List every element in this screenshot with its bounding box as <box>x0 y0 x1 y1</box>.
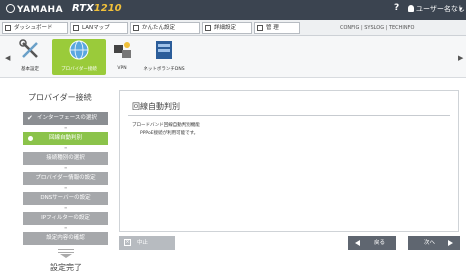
step-separator: ≡ <box>64 225 68 230</box>
step-finish: 設定完了 <box>50 263 82 272</box>
dashboard-icon <box>5 25 11 31</box>
step-label: 設定内容の確認 <box>46 235 85 241</box>
tab-management[interactable]: 管 理 <box>254 22 300 34</box>
tool-label: ネットボランチDNS <box>143 67 185 72</box>
top-bar: YAMAHA RTX1210 ? ユーザー名なし ▾ <box>0 0 466 20</box>
back-arrow-icon <box>355 240 360 246</box>
step-confirm: 設定内容の確認 <box>23 232 108 245</box>
step-label: 接続種別の選択 <box>46 155 85 161</box>
tool-label: VPN <box>117 66 127 71</box>
tool-provider-connection[interactable]: プロバイダー接続 <box>52 39 106 75</box>
scroll-left-arrow-icon[interactable]: ◀ <box>5 54 10 62</box>
step-label: IPフィルターの設定 <box>41 215 90 221</box>
model-prefix: RTX <box>72 3 94 14</box>
tab-label: 管 理 <box>266 25 279 31</box>
step-interface-select: ✔ インターフェースの選択 <box>23 112 108 125</box>
title-divider <box>128 115 450 116</box>
tab-label: LANマップ <box>82 25 110 31</box>
user-icon <box>408 5 414 12</box>
current-step-dot-icon <box>28 136 33 141</box>
step-ip-filter: IPフィルターの設定 <box>23 212 108 225</box>
model-name: RTX1210 <box>72 3 122 14</box>
user-name: ユーザー名なし <box>416 5 465 13</box>
step-separator: ≡ <box>64 125 68 130</box>
main-nav: ダッシュボード LANマップ かんたん設定 詳細設定 管 理 CONFIG | … <box>0 20 466 36</box>
gear-icon <box>205 25 211 31</box>
step-separator: ≡ <box>64 165 68 170</box>
user-menu[interactable]: ユーザー名なし <box>408 4 465 14</box>
help-button[interactable]: ? <box>394 3 399 13</box>
tool-label: プロバイダー接続 <box>61 67 97 72</box>
dns-icon <box>156 41 172 59</box>
tab-label: ダッシュボード <box>14 25 53 31</box>
next-button[interactable]: 次へ <box>408 236 460 250</box>
step-label: 回線自動判別 <box>48 135 82 141</box>
step-separator: ≡ <box>64 185 68 190</box>
tool-vpn[interactable]: VPN <box>110 39 134 71</box>
top-links[interactable]: CONFIG | SYSLOG | TECHINFO <box>340 25 414 31</box>
yamaha-emblem-icon <box>6 4 15 13</box>
tab-lan-map[interactable]: LANマップ <box>70 22 128 34</box>
step-label: DNSサーバーの設定 <box>40 195 91 201</box>
cancel-button[interactable]: × 中止 <box>119 236 175 250</box>
setup-toolbar: ◀ 基本設定 プロバイダー接続 VPN ネットボランチDNS ▶ <box>0 36 466 78</box>
step-auto-detect: 回線自動判別 <box>23 132 108 145</box>
page-title: 回線自動判別 <box>132 102 180 111</box>
cancel-label: 中止 <box>137 240 149 246</box>
tool-netvolante-dns[interactable]: ネットボランチDNS <box>136 39 192 72</box>
tab-advanced-settings[interactable]: 詳細設定 <box>202 22 252 34</box>
detection-result: PPPoE接続が利用可能です。 <box>140 131 199 136</box>
wizard-title: プロバイダー接続 <box>28 93 92 102</box>
chevron-down-icon[interactable]: ▾ <box>459 5 463 13</box>
wizard-steps: プロバイダー接続 ✔ インターフェースの選択 ≡ 回線自動判別 ≡ 接続種別の選択… <box>0 78 112 272</box>
person-icon <box>133 25 139 31</box>
step-separator: ≡ <box>64 145 68 150</box>
lan-map-icon <box>73 25 79 31</box>
step-label: プロバイダー情報の設定 <box>35 175 96 181</box>
close-icon: × <box>124 239 131 246</box>
back-label: 戻る <box>374 240 386 246</box>
vpn-icon <box>114 42 131 58</box>
step-dns-server: DNSサーバーの設定 <box>23 192 108 205</box>
check-icon: ✔ <box>27 114 33 122</box>
step-connection-type: 接続種別の選択 <box>23 152 108 165</box>
next-label: 次へ <box>424 240 436 246</box>
back-button[interactable]: 戻る <box>348 236 396 250</box>
down-arrow-icon <box>58 249 74 253</box>
detection-subtitle: ブロードバンド回線自動判別機能 <box>132 123 200 128</box>
tab-label: かんたん設定 <box>142 25 176 31</box>
tab-label: 詳細設定 <box>214 25 237 31</box>
step-provider-info: プロバイダー情報の設定 <box>23 172 108 185</box>
tab-easy-setup[interactable]: かんたん設定 <box>130 22 200 34</box>
brand-name: YAMAHA <box>17 5 64 15</box>
step-label: インターフェースの選択 <box>37 115 97 121</box>
down-arrow-head-icon <box>60 254 72 258</box>
tool-basic-settings[interactable]: 基本設定 <box>14 39 46 72</box>
tool-label: 基本設定 <box>21 67 39 72</box>
wrench-icon <box>257 25 263 31</box>
wrench-screwdriver-icon <box>19 39 38 58</box>
yamaha-logo: YAMAHA <box>6 4 63 15</box>
scroll-right-arrow-icon[interactable]: ▶ <box>458 54 463 62</box>
next-arrow-icon <box>448 240 453 246</box>
step-separator: ≡ <box>64 205 68 210</box>
model-number: 1210 <box>93 3 122 14</box>
tab-dashboard[interactable]: ダッシュボード <box>2 22 68 34</box>
content-panel: 回線自動判別 ブロードバンド回線自動判別機能 PPPoE接続が利用可能です。 <box>119 90 459 232</box>
globe-icon <box>69 40 89 60</box>
